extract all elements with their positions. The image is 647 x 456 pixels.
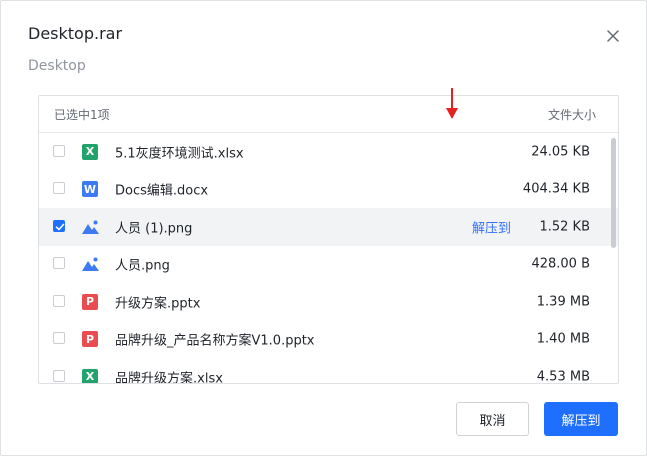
file-checkbox[interactable] <box>53 294 65 307</box>
file-size: 1.39 MB <box>536 294 590 310</box>
size-column-header: 文件大小 <box>547 108 596 122</box>
file-row[interactable]: X 品牌升级方案.xlsx 4.53 MB <box>39 358 618 383</box>
file-list[interactable]: X 5.1灰度环境测试.xlsx 24.05 KB W Docs编辑.docx 404.3… <box>39 133 618 383</box>
file-size: 404.34 KB <box>522 181 590 197</box>
file-row[interactable]: 人员.png 428.00 B <box>39 246 618 284</box>
file-list-panel: 已选中1项 文件大小 X 5.1灰度环境测试.xlsx 24.05 KB W Docs编… <box>38 95 619 384</box>
pptx-file-icon: P <box>82 331 98 348</box>
check-icon <box>55 223 65 231</box>
file-row[interactable]: X 5.1灰度环境测试.xlsx 24.05 KB <box>39 133 618 171</box>
file-row[interactable]: 人员 (1).png 解压到 1.52 KB <box>39 208 618 246</box>
file-size: 1.52 KB <box>539 219 590 235</box>
file-name: Docs编辑.docx <box>115 183 209 199</box>
file-size: 4.53 MB <box>536 369 590 383</box>
file-list-header: 已选中1项 文件大小 <box>39 96 618 133</box>
file-name: 人员.png <box>115 258 170 274</box>
file-row[interactable]: W Docs编辑.docx 404.34 KB <box>39 171 618 209</box>
docx-file-icon: W <box>82 181 98 198</box>
file-size: 24.05 KB <box>531 144 590 160</box>
file-name: 升级方案.pptx <box>115 296 201 312</box>
row-extract-link[interactable]: 解压到 <box>472 217 511 236</box>
close-icon[interactable] <box>605 28 621 44</box>
file-name: 5.1灰度环境测试.xlsx <box>115 146 244 162</box>
selected-count: 已选中1项 <box>54 108 110 122</box>
file-checkbox[interactable] <box>53 144 65 157</box>
xlsx-file-icon: X <box>82 143 98 160</box>
file-checkbox[interactable] <box>53 257 65 270</box>
file-row[interactable]: P 升级方案.pptx 1.39 MB <box>39 283 618 321</box>
image-file-icon <box>82 256 99 272</box>
file-name: 人员 (1).png <box>115 221 193 237</box>
file-name: 品牌升级方案.xlsx <box>115 371 223 383</box>
file-name: 品牌升级_产品名称方案V1.0.pptx <box>115 333 315 349</box>
file-checkbox[interactable] <box>53 182 65 195</box>
xlsx-file-icon: X <box>82 368 98 383</box>
file-size: 1.40 MB <box>536 331 590 347</box>
file-checkbox[interactable] <box>53 369 65 382</box>
dialog-subtitle: Desktop <box>28 58 86 74</box>
file-row[interactable]: P 品牌升级_产品名称方案V1.0.pptx 1.40 MB <box>39 321 618 359</box>
pptx-file-icon: P <box>82 293 98 310</box>
extract-dialog: Desktop.rar Desktop 已选中1项 文件大小 X 5.1灰度环境测… <box>0 0 647 456</box>
scrollbar-thumb[interactable] <box>611 138 616 248</box>
dialog-title: Desktop.rar <box>28 24 123 43</box>
file-checkbox[interactable] <box>53 219 65 232</box>
image-file-icon <box>82 219 99 235</box>
cancel-button[interactable]: 取消 <box>456 402 529 436</box>
annotation-arrow-icon <box>446 88 458 119</box>
file-size: 428.00 B <box>531 256 590 272</box>
file-checkbox[interactable] <box>53 332 65 345</box>
extract-button[interactable]: 解压到 <box>544 402 618 436</box>
